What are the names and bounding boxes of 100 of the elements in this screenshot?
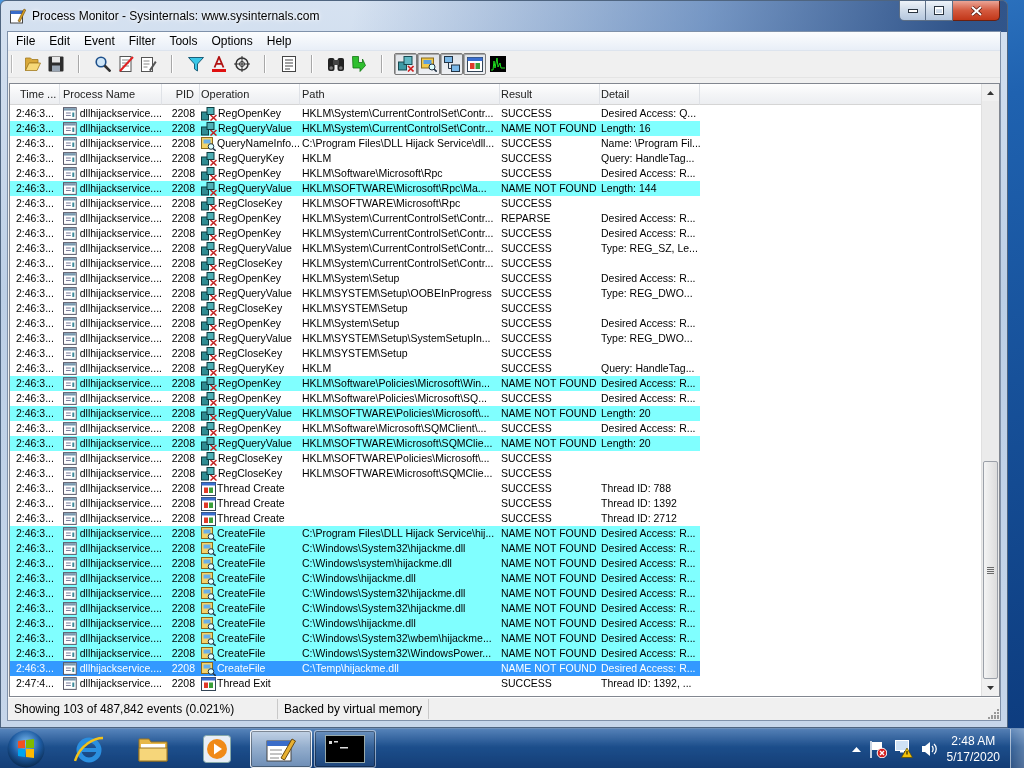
scrollbar[interactable] [981, 84, 999, 696]
app-window-icon [63, 167, 77, 180]
event-row[interactable]: 2:46:3... dllhijackservice.... 2208 CreateFile C:\Windows\System32\hijackme.dll NAME NOT FOUND Desired Access: R... [10, 541, 700, 556]
scroll-up-button[interactable] [982, 84, 999, 101]
show-hidden-icons-button[interactable] [851, 746, 861, 752]
operation-name: RegOpenKey [218, 421, 282, 436]
process-name: dllhijackservice.... [79, 316, 162, 331]
show-desktop-button[interactable] [1010, 729, 1024, 768]
time-text: 2:46:3... [16, 436, 54, 451]
network-button[interactable] [894, 740, 913, 758]
event-row[interactable]: 2:46:3... dllhijackservice.... 2208 RegQueryValue HKLM\SOFTWARE\Policies\Microsoft\... NAME NOT FOUND Length: 20 [10, 406, 700, 421]
process-name: dllhijackservice.... [79, 511, 162, 526]
path-text: HKLM\System\CurrentControlSet\Contr... [302, 256, 494, 271]
menu-item[interactable]: Tools [162, 33, 205, 49]
detail-text: Type: REG_SZ, Le... [601, 241, 698, 256]
event-row[interactable]: 2:46:3... dllhijackservice.... 2208 RegOpenKey HKLM\Software\Policies\Microsoft\Win... NAME NOT FOUND Desired Access: R... [10, 376, 700, 391]
page-cross-icon [117, 56, 134, 72]
document-magnifier-icon [201, 136, 216, 151]
event-row[interactable]: 2:46:3... dllhijackservice.... 2208 CreateFile C:\Windows\System32\wbem\hijackme... NAME NOT FOUND Desired Access: R... [10, 631, 700, 646]
network-toggle[interactable] [440, 53, 463, 75]
column-header[interactable]: Path [300, 84, 500, 105]
event-row[interactable]: 2:46:3... dllhijackservice.... 2208 CreateFile C:\Program Files\DLL Hijack Service\hij... NAME NOT FOUND Desired Access: R... [10, 526, 700, 541]
process-name: dllhijackservice.... [79, 586, 162, 601]
window-blocks-icon [201, 481, 216, 496]
time-text: 2:46:3... [16, 496, 54, 511]
close-button[interactable] [953, 1, 1000, 21]
scroll-thumb[interactable] [983, 461, 998, 679]
process-name: dllhijackservice.... [79, 436, 162, 451]
process-name: dllhijackservice.... [79, 211, 162, 226]
process-name: dllhijackservice.... [79, 166, 162, 181]
cubes-icon [201, 166, 217, 181]
result-text: SUCCESS [501, 136, 552, 151]
column-header[interactable]: Process Name [60, 84, 162, 105]
result-text: SUCCESS [501, 226, 552, 241]
result-text: NAME NOT FOUND [501, 526, 597, 541]
operation-name: RegOpenKey [218, 166, 282, 181]
event-row[interactable]: 2:46:3... dllhijackservice.... 2208 CreateFile C:\Windows\System32\WindowsPower... NAME NOT FOUND Desired Access: R... [10, 646, 700, 661]
scroll-down-button[interactable] [982, 679, 999, 696]
path-text: HKLM\SYSTEM\Setup [302, 346, 408, 361]
column-header[interactable]: Time ... [10, 84, 60, 105]
menu-item[interactable]: Edit [42, 33, 78, 49]
file-system-toggle[interactable] [417, 53, 440, 75]
funnel-icon [187, 56, 204, 72]
result-text: NAME NOT FOUND [501, 376, 597, 391]
time-text: 2:46:3... [16, 346, 54, 361]
detail-text: Desired Access: R... [601, 526, 696, 541]
maximize-button[interactable] [926, 1, 953, 21]
app-window-icon [63, 587, 77, 600]
cubes-icon [201, 211, 217, 226]
process-toggle[interactable] [463, 53, 486, 75]
process-name: dllhijackservice.... [79, 496, 162, 511]
path-text: C:\Windows\System32\WindowsPower... [302, 646, 492, 661]
column-header[interactable]: Detail [600, 84, 700, 105]
event-row[interactable]: 2:46:3... dllhijackservice.... 2208 RegQueryValue HKLM\System\CurrentControlSet\Contr... NAME NOT FOUND Length: 16 [10, 121, 700, 136]
taskbar-button[interactable] [314, 730, 376, 768]
taskbar-button[interactable] [250, 730, 312, 768]
event-row[interactable]: 2:46:3... dllhijackservice.... 2208 RegQueryValue HKLM\SOFTWARE\Microsoft\SQMClie... NAME NOT FOUND Length: 20 [10, 436, 700, 451]
detail-text: Desired Access: R... [601, 586, 696, 601]
result-text: SUCCESS [501, 676, 552, 691]
document-magnifier-icon [201, 661, 216, 676]
action-center-button[interactable] [868, 740, 887, 758]
menu-item[interactable]: File [9, 33, 43, 49]
down-arrow-icon [987, 685, 994, 690]
app-window-icon [63, 137, 77, 150]
menu-item[interactable]: Options [204, 33, 260, 49]
time-text: 2:46:3... [16, 526, 54, 541]
open-folder-icon [24, 56, 41, 72]
menu-item[interactable]: Event [77, 33, 122, 49]
pid-text: 2208 [171, 511, 195, 526]
pid-text: 2208 [171, 631, 195, 646]
registry-toggle[interactable] [394, 53, 417, 75]
event-row[interactable]: 2:46:3... dllhijackservice.... 2208 CreateFile C:\Windows\hijackme.dll NAME NOT FOUND Desired Access: R... [10, 616, 700, 631]
event-row[interactable]: 2:46:3... dllhijackservice.... 2208 RegQueryValue HKLM\SOFTWARE\Microsoft\Rpc\Ma... NAME NOT FOUND Length: 144 [10, 181, 700, 196]
event-row[interactable]: 2:46:3... dllhijackservice.... 2208 CreateFile C:\Windows\System32\hijackme.dll NAME NOT FOUND Desired Access: R... [10, 586, 700, 601]
operation-name: RegQueryKey [218, 151, 284, 166]
process-name: dllhijackservice.... [79, 421, 162, 436]
operation-name: RegQueryValue [218, 331, 292, 346]
detail-text: Desired Access: R... [601, 541, 696, 556]
document-magnifier-icon [201, 586, 216, 601]
app-window-icon [63, 527, 77, 540]
result-text: NAME NOT FOUND [501, 541, 597, 556]
pid-text: 2208 [171, 241, 195, 256]
result-text: SUCCESS [501, 421, 552, 436]
process-name: dllhijackservice.... [79, 106, 162, 121]
event-row[interactable]: 2:46:3... dllhijackservice.... 2208 CreateFile C:\Windows\hijackme.dll NAME NOT FOUND Desired Access: R... [10, 571, 700, 586]
operation-name: RegQueryValue [218, 121, 292, 136]
column-header[interactable]: Operation [200, 84, 300, 105]
event-row[interactable]: 2:46:3... dllhijackservice.... 2208 CreateFile C:\Windows\system\hijackme.dll NAME NOT FOUND Desired Access: R... [10, 556, 700, 571]
app-window-icon [63, 242, 77, 255]
minimize-button[interactable] [899, 1, 926, 21]
menu-item[interactable]: Help [259, 33, 299, 49]
operation-name: RegQueryValue [218, 436, 292, 451]
column-header[interactable]: PID [162, 84, 200, 105]
volume-button[interactable] [920, 741, 937, 757]
menu-item[interactable]: Filter [121, 33, 163, 49]
column-header[interactable]: Result [500, 84, 600, 105]
pid-text: 2208 [171, 556, 195, 571]
document-magnifier-icon [201, 631, 216, 646]
pid-text: 2208 [171, 451, 195, 466]
event-row[interactable]: 2:46:3... dllhijackservice.... 2208 CreateFile C:\Windows\System32\hijackme.dll NAME NOT FOUND Desired Access: R... [10, 601, 700, 616]
